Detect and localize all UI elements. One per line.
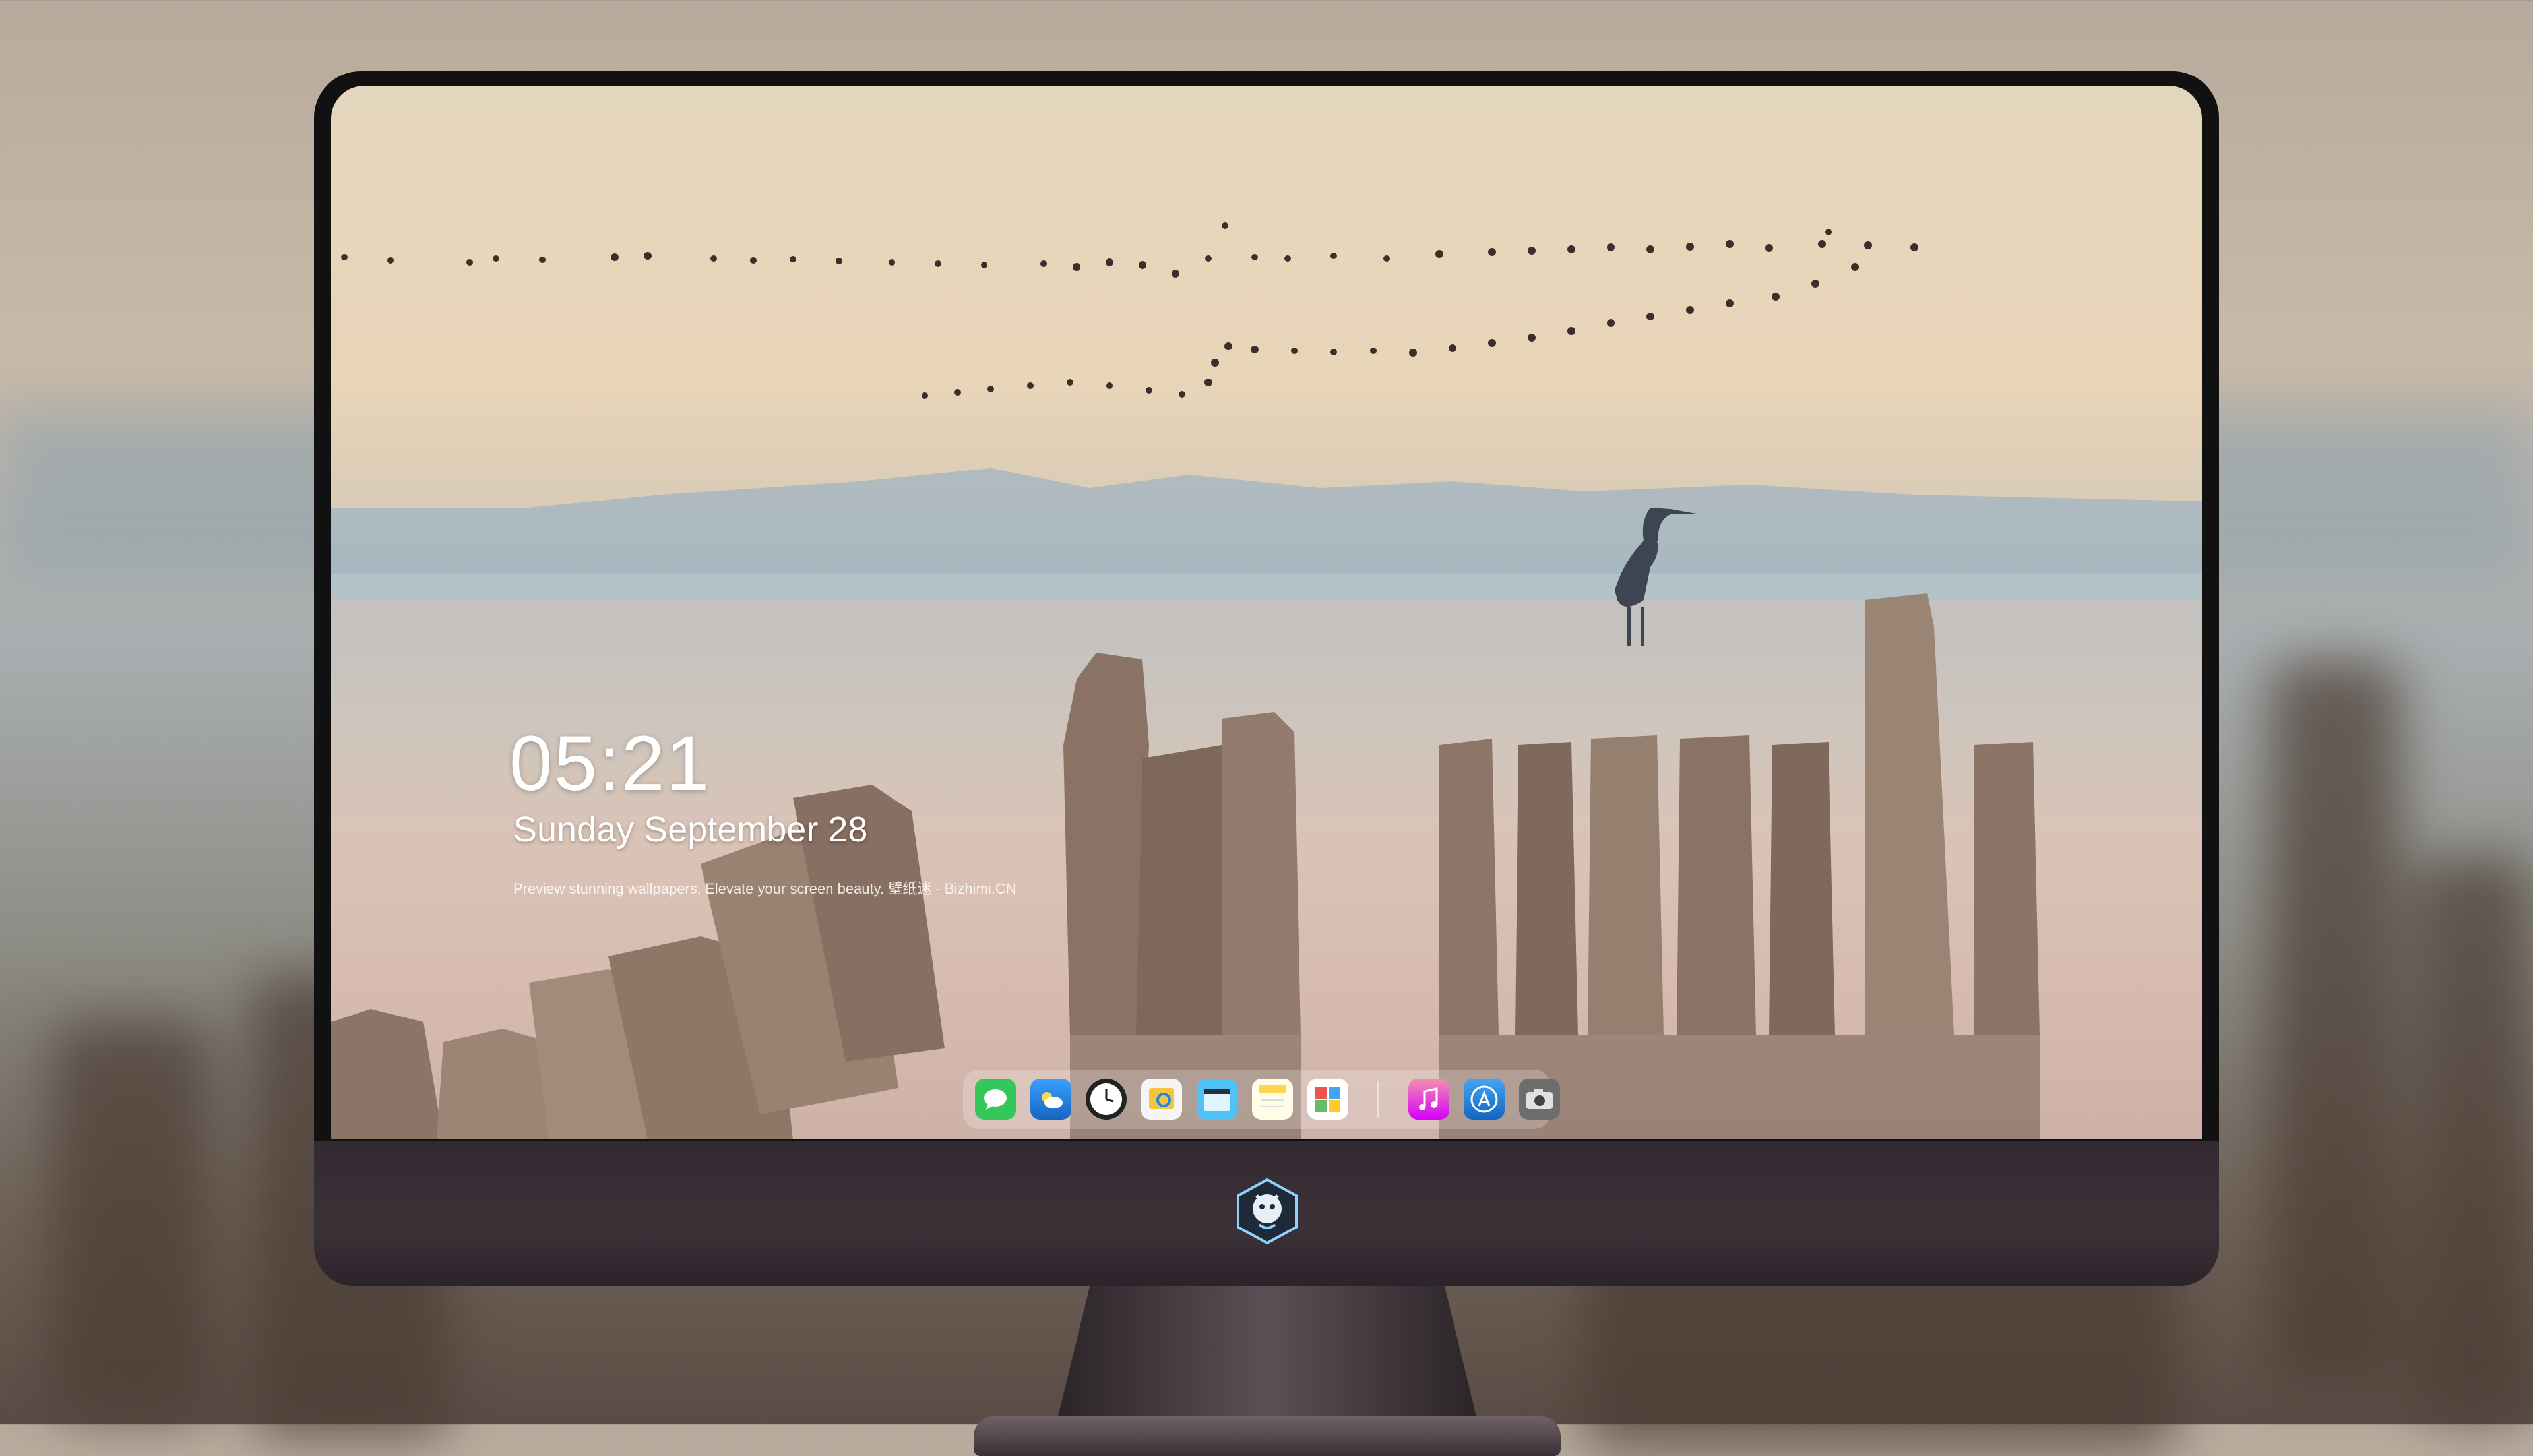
monitor-stand-base	[974, 1416, 1561, 1456]
notes-icon[interactable]	[1252, 1079, 1293, 1120]
dock	[963, 1070, 1560, 1129]
lock-clock: 05:21	[509, 720, 711, 807]
music-icon[interactable]	[1408, 1079, 1449, 1120]
lock-date: Sunday September 28	[513, 810, 868, 849]
camera-icon[interactable]	[1519, 1079, 1560, 1120]
monitor: 05:21 Sunday September 28 Preview stunni…	[314, 71, 2219, 1456]
app-store-icon[interactable]	[1464, 1079, 1505, 1120]
preview-icon[interactable]	[1141, 1079, 1182, 1120]
clock-icon[interactable]	[1086, 1079, 1127, 1120]
photos-grid-icon[interactable]	[1307, 1079, 1348, 1120]
screen: 05:21 Sunday September 28 Preview stunni…	[331, 86, 2202, 1139]
clips-icon[interactable]	[1197, 1079, 1237, 1120]
weather-icon[interactable]	[1030, 1079, 1071, 1120]
brand-logo-icon	[1233, 1177, 1301, 1246]
wallpaper-tagline: Preview stunning wallpapers. Elevate you…	[513, 880, 1016, 897]
monitor-stand	[1056, 1286, 1478, 1424]
wallpaper	[331, 222, 2202, 1139]
dock-separator	[1377, 1081, 1379, 1118]
messages-icon[interactable]	[975, 1079, 1016, 1120]
